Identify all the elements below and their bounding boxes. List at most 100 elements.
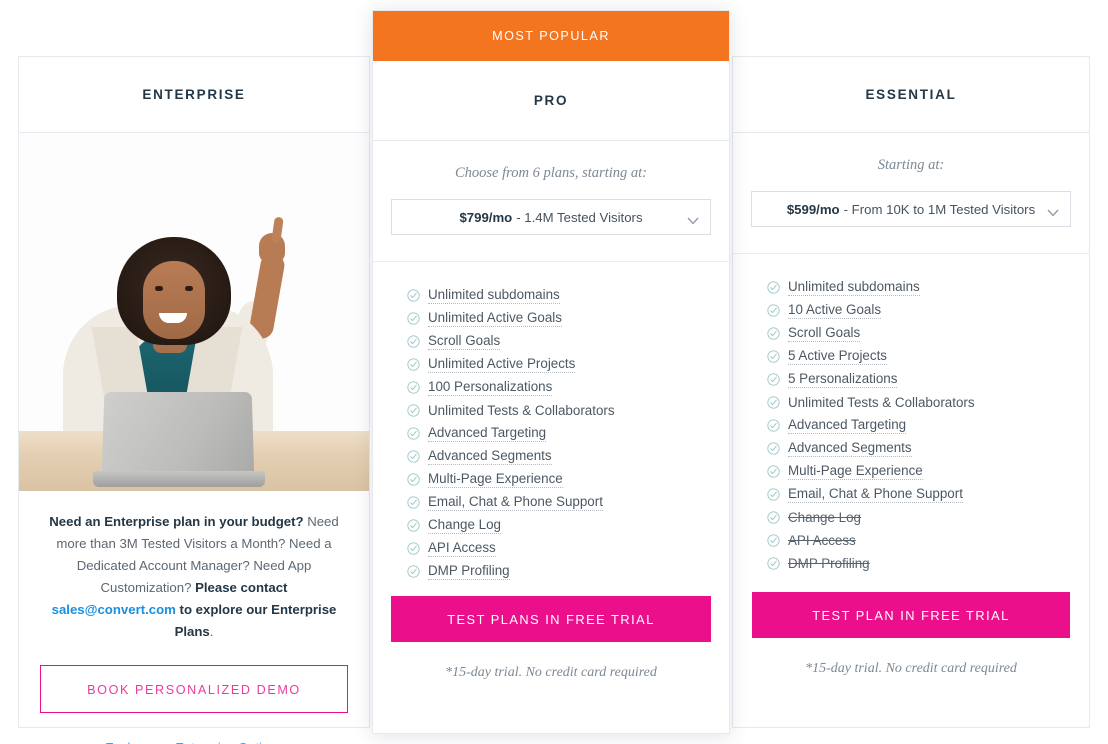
feature-item: Multi-Page Experience xyxy=(407,468,729,491)
feature-label: Unlimited Tests & Collaborators xyxy=(788,394,975,410)
feature-item: Change Log xyxy=(407,514,729,537)
feature-label[interactable]: Change Log xyxy=(428,517,501,534)
check-circle-icon xyxy=(767,327,780,340)
check-circle-icon xyxy=(407,496,420,509)
plan-title-pro: PRO xyxy=(533,93,569,108)
feature-label[interactable]: Advanced Targeting xyxy=(788,417,907,434)
feature-label[interactable]: 10 Active Goals xyxy=(788,302,882,319)
feature-label[interactable]: Advanced Segments xyxy=(788,440,912,457)
feature-item: DMP Profiling xyxy=(407,560,729,583)
feature-label[interactable]: DMP Profiling xyxy=(428,563,510,580)
woman-at-laptop-photo xyxy=(19,133,369,491)
enterprise-contact-bold: Please contact xyxy=(195,580,288,595)
book-personalized-demo-button[interactable]: BOOK PERSONALIZED DEMO xyxy=(40,665,348,713)
feature-item: Advanced Targeting xyxy=(407,422,729,445)
feature-item: Unlimited Active Projects xyxy=(407,353,729,376)
cta-wrap-essential: TEST PLAN IN FREE TRIAL *15-day trial. N… xyxy=(733,592,1089,677)
check-circle-icon xyxy=(407,289,420,302)
plan-header-essential: ESSENTIAL xyxy=(733,57,1089,133)
feature-item: DMP Profiling xyxy=(767,552,1089,575)
feature-label: Change Log xyxy=(788,509,861,525)
cta-wrap-pro: TEST PLANS IN FREE TRIAL *15-day trial. … xyxy=(373,596,729,681)
feature-item: Change Log xyxy=(767,506,1089,529)
check-circle-icon xyxy=(767,373,780,386)
feature-item: Advanced Targeting xyxy=(767,414,1089,437)
plan-title-enterprise: ENTERPRISE xyxy=(142,87,246,102)
check-circle-icon xyxy=(407,565,420,578)
feature-item: Advanced Segments xyxy=(767,437,1089,460)
feature-label[interactable]: 100 Personalizations xyxy=(428,379,553,396)
feature-label[interactable]: Email, Chat & Phone Support xyxy=(428,494,603,511)
plan-select-pro[interactable]: $799/mo - 1.4M Tested Visitors xyxy=(391,199,711,235)
check-circle-icon xyxy=(407,427,420,440)
check-circle-icon xyxy=(767,419,780,432)
chevron-down-icon xyxy=(687,213,699,225)
feature-item: Scroll Goals xyxy=(407,330,729,353)
plan-card-pro: MOST POPULAR PRO Choose from 6 plans, st… xyxy=(372,10,730,734)
feature-label[interactable]: API Access xyxy=(428,540,496,557)
price-amount-essential: $599/mo xyxy=(786,201,840,217)
price-detail-essential: - From 10K to 1M Tested Visitors xyxy=(843,201,1036,217)
check-circle-icon xyxy=(407,381,420,394)
feature-label[interactable]: Multi-Page Experience xyxy=(428,471,563,488)
plan-select-essential[interactable]: $599/mo - From 10K to 1M Tested Visitors xyxy=(751,191,1071,227)
feature-label: API Access xyxy=(788,532,856,548)
feature-label[interactable]: Email, Chat & Phone Support xyxy=(788,486,963,503)
check-circle-icon xyxy=(407,335,420,348)
check-circle-icon xyxy=(767,465,780,478)
check-circle-icon xyxy=(767,488,780,501)
feature-item: Scroll Goals xyxy=(767,322,1089,345)
pricing-page: ENTERPRISE Need an Enterprise plan in yo… xyxy=(0,0,1108,744)
check-circle-icon xyxy=(767,534,780,547)
feature-label[interactable]: Scroll Goals xyxy=(428,333,501,350)
price-lead-essential: Starting at: xyxy=(877,157,945,173)
check-circle-icon xyxy=(407,473,420,486)
feature-item: Unlimited Active Goals xyxy=(407,307,729,330)
feature-item: 5 Personalizations xyxy=(767,368,1089,391)
feature-item: 10 Active Goals xyxy=(767,299,1089,322)
feature-label[interactable]: Unlimited subdomains xyxy=(788,279,920,296)
check-circle-icon xyxy=(407,542,420,555)
feature-item: Unlimited subdomains xyxy=(407,284,729,307)
enterprise-lead-bold: Need an Enterprise plan in your budget? xyxy=(49,514,304,529)
feature-label[interactable]: Advanced Segments xyxy=(428,448,552,465)
check-circle-icon xyxy=(767,511,780,524)
test-plan-free-trial-button[interactable]: TEST PLAN IN FREE TRIAL xyxy=(752,592,1070,638)
plan-header-enterprise: ENTERPRISE xyxy=(19,57,369,133)
feature-item: Multi-Page Experience xyxy=(767,460,1089,483)
feature-item: API Access xyxy=(767,529,1089,552)
check-circle-icon xyxy=(767,281,780,294)
feature-label[interactable]: 5 Active Projects xyxy=(788,348,887,365)
check-circle-icon xyxy=(767,396,780,409)
plan-header-pro: PRO xyxy=(373,61,729,141)
feature-item: Unlimited subdomains xyxy=(767,276,1089,299)
feature-item: 5 Active Projects xyxy=(767,345,1089,368)
price-amount-pro: $799/mo xyxy=(459,209,513,225)
feature-label[interactable]: Multi-Page Experience xyxy=(788,463,923,480)
price-lead-pro: Choose from 6 plans, starting at: xyxy=(454,165,647,181)
feature-list-pro: Unlimited subdomains Unlimited Active Goa… xyxy=(373,262,729,583)
sales-email-link[interactable]: sales@convert.com xyxy=(52,602,176,617)
feature-label[interactable]: 5 Personalizations xyxy=(788,371,898,388)
feature-label[interactable]: Unlimited Active Projects xyxy=(428,356,576,373)
enterprise-description: Need an Enterprise plan in your budget? … xyxy=(19,491,369,643)
feature-label[interactable]: Unlimited Active Goals xyxy=(428,310,562,327)
feature-label: Unlimited Tests & Collaborators xyxy=(428,402,615,418)
feature-label[interactable]: Scroll Goals xyxy=(788,325,861,342)
check-circle-icon xyxy=(767,557,780,570)
feature-item: Email, Chat & Phone Support xyxy=(767,483,1089,506)
explore-enterprise-options-link[interactable]: Explore our Enterprise Options xyxy=(19,740,369,744)
feature-label[interactable]: Advanced Targeting xyxy=(428,425,547,442)
test-plans-free-trial-button[interactable]: TEST PLANS IN FREE TRIAL xyxy=(391,596,711,642)
check-circle-icon xyxy=(767,442,780,455)
feature-label[interactable]: Unlimited subdomains xyxy=(428,287,560,304)
price-block-essential: Starting at: $599/mo - From 10K to 1M Te… xyxy=(733,133,1089,254)
feature-item: Advanced Segments xyxy=(407,445,729,468)
check-circle-icon xyxy=(407,404,420,417)
check-circle-icon xyxy=(767,350,780,363)
check-circle-icon xyxy=(767,304,780,317)
chevron-down-icon xyxy=(1047,205,1059,217)
feature-item: Unlimited Tests & Collaborators xyxy=(407,399,729,422)
enterprise-tail-bold: to explore our Enterprise Plans xyxy=(174,602,337,639)
check-circle-icon xyxy=(407,312,420,325)
